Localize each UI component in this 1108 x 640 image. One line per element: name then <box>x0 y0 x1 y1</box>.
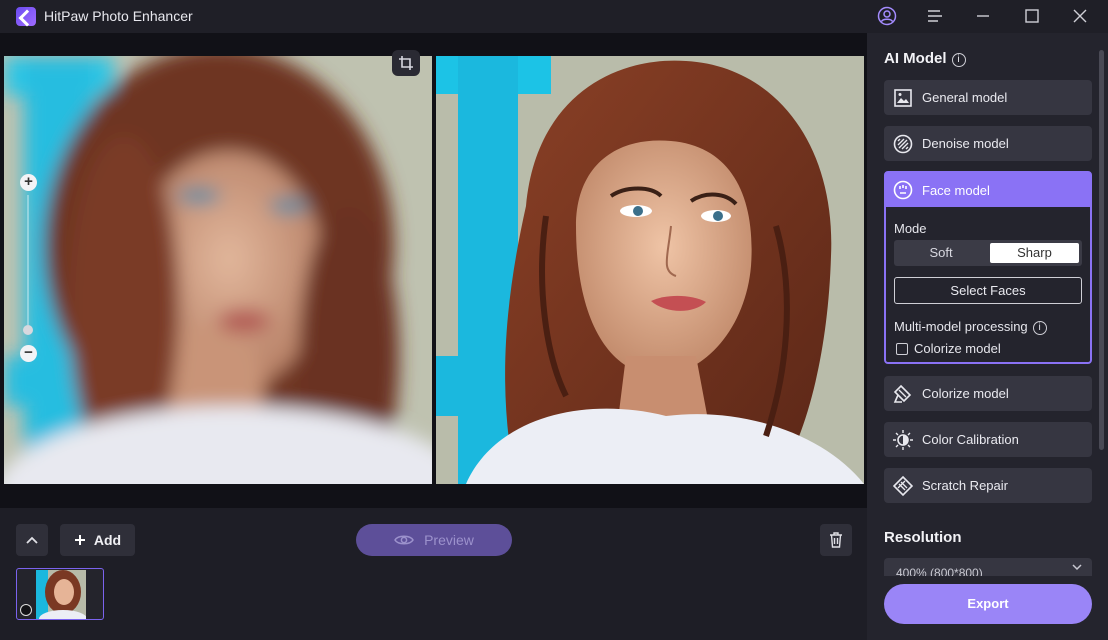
app-title: HitPaw Photo Enhancer <box>44 8 193 24</box>
bottom-bar: Add Preview <box>0 508 867 640</box>
app-logo-icon <box>16 7 36 26</box>
scratch-repair-button[interactable]: Scratch Repair <box>884 468 1092 503</box>
original-photo <box>4 56 432 484</box>
zoom-in-button[interactable]: + <box>20 174 37 191</box>
face-model-badge-icon <box>20 604 32 616</box>
colorize-model-button[interactable]: Colorize model <box>884 376 1092 411</box>
image-icon <box>893 88 913 108</box>
multi-model-info-icon[interactable]: i <box>1032 321 1047 335</box>
collapse-button[interactable] <box>16 524 48 556</box>
chevron-up-icon <box>26 536 38 544</box>
color-calibration-icon <box>893 429 913 450</box>
select-faces-button[interactable]: Select Faces <box>894 277 1082 304</box>
resolution-heading: Resolution <box>884 529 962 546</box>
image-thumbnail[interactable] <box>16 568 104 620</box>
crop-icon[interactable] <box>392 50 420 76</box>
denoise-model-label: Denoise model <box>922 136 1009 151</box>
add-label: Add <box>93 532 122 548</box>
preview-button[interactable]: Preview <box>356 524 512 556</box>
face-icon <box>893 180 913 200</box>
zoom-slider-handle[interactable] <box>23 325 33 335</box>
maximize-icon[interactable] <box>1020 5 1044 27</box>
denoise-model-button[interactable]: Denoise model <box>884 126 1092 161</box>
menu-icon[interactable] <box>923 5 947 27</box>
minimize-icon[interactable] <box>971 5 995 27</box>
ai-model-heading: AI Model i <box>884 50 966 67</box>
export-button[interactable]: Export <box>884 584 1092 624</box>
scratch-repair-icon <box>893 475 913 496</box>
mode-sharp-option[interactable]: Sharp <box>990 243 1079 263</box>
plus-icon <box>74 535 85 545</box>
multi-model-label: Multi-model processing i <box>894 319 1047 335</box>
general-model-label: General model <box>922 90 1008 105</box>
thumbnail-image <box>36 570 86 619</box>
preview-label: Preview <box>424 532 474 548</box>
colorize-checkbox-label[interactable]: Colorize model <box>914 341 1001 356</box>
panel-scrollbar[interactable] <box>1099 50 1104 450</box>
face-model-label: Face model <box>922 182 990 198</box>
enhanced-photo <box>436 56 864 484</box>
colorize-checkbox[interactable] <box>896 343 908 355</box>
general-model-button[interactable]: General model <box>884 80 1092 115</box>
scratch-repair-label: Scratch Repair <box>922 478 1008 493</box>
mode-toggle: Soft Sharp <box>894 240 1082 266</box>
color-calibration-button[interactable]: Color Calibration <box>884 422 1092 457</box>
zoom-out-button[interactable]: − <box>20 345 37 362</box>
delete-button[interactable] <box>820 524 852 556</box>
zoom-slider[interactable] <box>27 195 29 325</box>
add-button[interactable]: Add <box>60 524 135 556</box>
title-bar: HitPaw Photo Enhancer <box>0 0 1108 33</box>
eye-icon <box>394 535 414 545</box>
face-model-button[interactable]: Face model <box>886 173 1090 207</box>
close-icon[interactable] <box>1068 5 1092 27</box>
info-icon[interactable]: i <box>951 53 966 67</box>
denoise-icon <box>893 134 913 154</box>
mode-soft-option[interactable]: Soft <box>894 240 988 266</box>
account-icon[interactable] <box>875 5 899 27</box>
face-model-card: Face model Mode Soft Sharp Select Faces … <box>884 171 1092 364</box>
colorize-icon <box>893 384 913 404</box>
image-canvas: + − <box>0 33 867 508</box>
colorize-model-label: Colorize model <box>922 386 1009 401</box>
mode-label: Mode <box>894 221 927 236</box>
trash-icon <box>830 532 842 548</box>
chevron-down-icon <box>1072 564 1082 571</box>
color-calibration-label: Color Calibration <box>922 432 1019 447</box>
